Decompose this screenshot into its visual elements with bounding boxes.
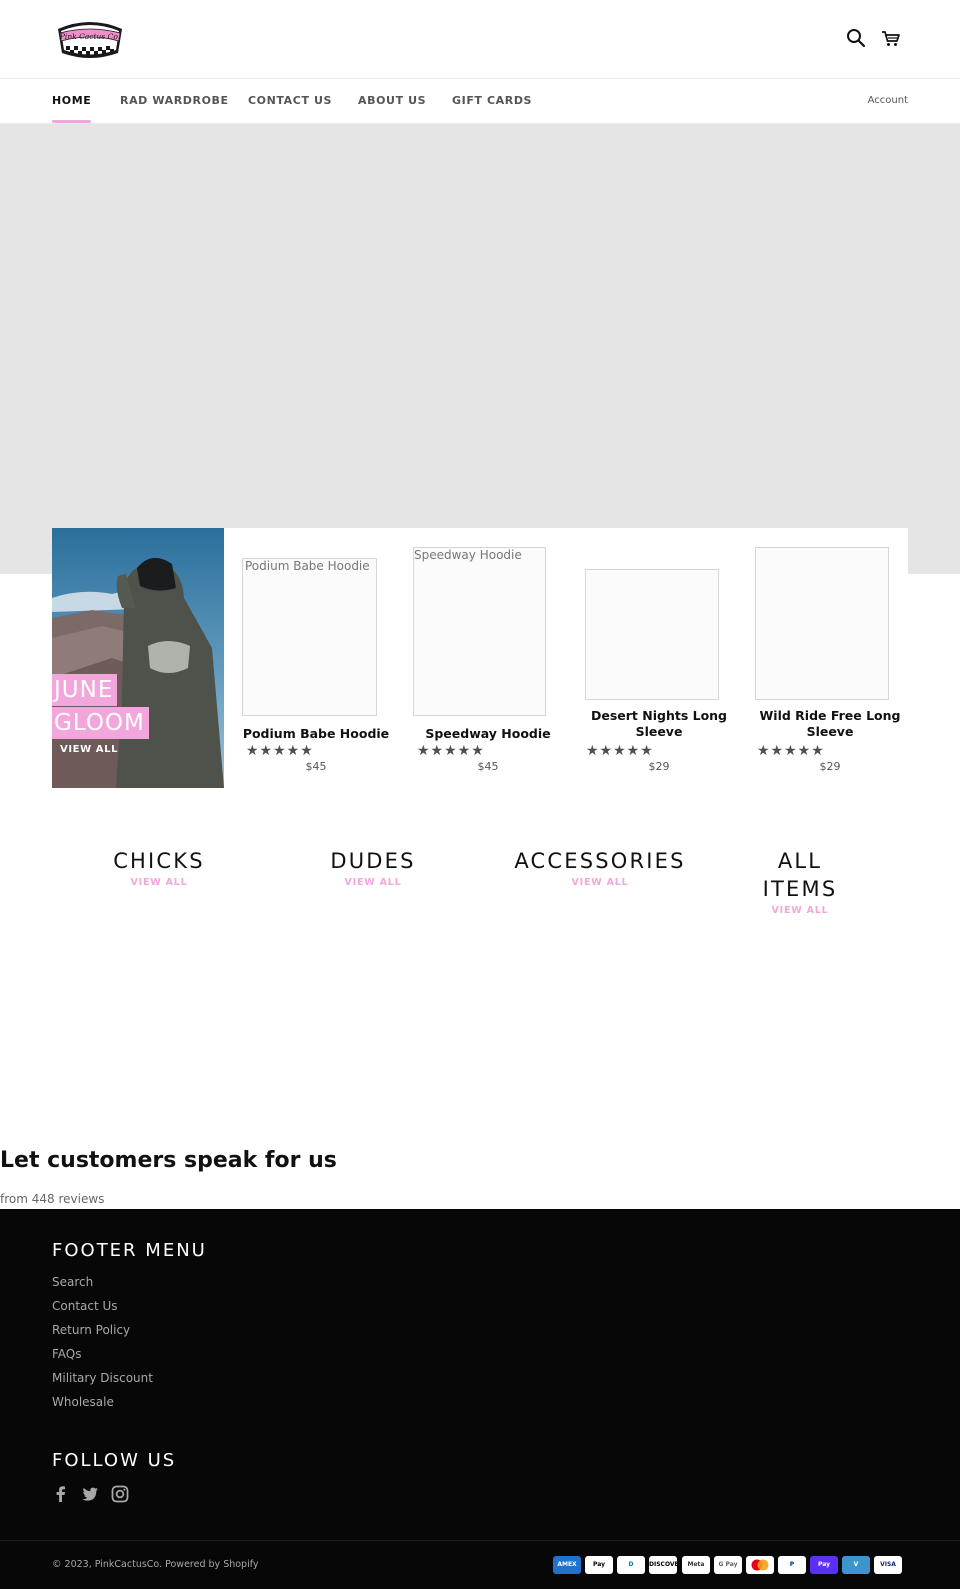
discover-payment-icon: DISCOVER: [649, 1556, 677, 1574]
payment-icon-label: Meta: [687, 1561, 705, 1568]
product-image: [585, 569, 719, 700]
collection-title-line-2[interactable]: ITEMS: [740, 875, 860, 903]
product-price: $45: [305, 760, 327, 773]
collection-view-all-link[interactable]: VIEW ALL: [505, 877, 695, 888]
collection-title[interactable]: ACCESSORIES: [505, 847, 695, 875]
product-title-line-1: Wild Ride Free Long: [759, 708, 901, 723]
product-title: Wild Ride Free Long Sleeve: [754, 708, 906, 740]
product-image: Speedway Hoodie: [413, 547, 546, 716]
nav-gift-cards[interactable]: GIFT CARDS: [452, 79, 532, 124]
product-card[interactable]: Desert Nights Long Sleeve ★★★★★ $29: [583, 528, 735, 788]
nav-contact-us[interactable]: CONTACT US: [248, 79, 332, 124]
payment-icon-label: AMEX: [557, 1561, 577, 1568]
payment-icon-label: Pay: [817, 1561, 830, 1568]
diners-club-payment-icon: D: [617, 1556, 645, 1574]
facebook-icon[interactable]: [52, 1485, 70, 1503]
search-icon[interactable]: [845, 27, 867, 49]
footer-link-contact-us[interactable]: Contact Us: [52, 1299, 118, 1313]
promo-view-all-link[interactable]: VIEW ALL: [60, 744, 118, 755]
footer-link-faqs[interactable]: FAQs: [52, 1347, 82, 1361]
copyright-text: © 2023, PinkCactusCo. Powered by Shopify: [52, 1559, 259, 1570]
footer-link-search[interactable]: Search: [52, 1275, 93, 1289]
june-gloom-promo[interactable]: JUNE GLOOM VIEW ALL: [52, 528, 224, 788]
featured-collection: JUNE GLOOM VIEW ALL Podium Babe Hoodie P…: [52, 528, 908, 788]
nav-rad-wardrobe[interactable]: RAD WARDROBE: [120, 79, 229, 124]
star-rating: ★★★★★: [757, 743, 825, 759]
collection-title[interactable]: CHICKS: [99, 847, 219, 875]
footer-link-return-policy[interactable]: Return Policy: [52, 1323, 130, 1337]
product-image-alt: Podium Babe Hoodie: [245, 559, 370, 573]
footer-link-wholesale[interactable]: Wholesale: [52, 1395, 114, 1409]
reviews-heading: Let customers speak for us: [0, 1148, 337, 1173]
reviews-count[interactable]: from 448 reviews: [0, 1192, 104, 1206]
footer-divider: [0, 1540, 960, 1541]
paypal-payment-icon: P: [778, 1556, 806, 1574]
product-image: [755, 547, 889, 700]
collection-view-all-link[interactable]: VIEW ALL: [99, 877, 219, 888]
collection-all-items: ALL ITEMS VIEW ALL: [740, 847, 860, 916]
product-title-line-1: Desert Nights Long: [590, 708, 728, 723]
product-title: Desert Nights Long Sleeve: [583, 708, 735, 740]
product-price: $29: [819, 760, 841, 773]
collection-accessories: ACCESSORIES VIEW ALL: [505, 847, 695, 888]
account-link[interactable]: Account: [868, 79, 908, 124]
instagram-icon[interactable]: [111, 1485, 129, 1503]
product-card[interactable]: Speedway Hoodie Speedway Hoodie ★★★★★ $4…: [412, 528, 564, 788]
cart-icon[interactable]: [880, 27, 902, 49]
payment-icon-label: P: [789, 1561, 795, 1568]
star-rating: ★★★★★: [417, 743, 485, 759]
product-card[interactable]: Podium Babe Hoodie Podium Babe Hoodie ★★…: [240, 528, 392, 788]
star-rating: ★★★★★: [586, 743, 654, 759]
payment-icon-label: G Pay: [718, 1561, 738, 1568]
apple-pay-payment-icon: Pay: [585, 1556, 613, 1574]
pink-cactus-logo[interactable]: Pink Cactus Co.: [52, 13, 128, 65]
amex-payment-icon: AMEX: [553, 1556, 581, 1574]
product-image-alt: Speedway Hoodie: [414, 548, 522, 562]
shop-pay-payment-icon: Pay: [810, 1556, 838, 1574]
star-rating: ★★★★★: [246, 743, 314, 759]
site-footer: [0, 1209, 960, 1589]
site-header: Pink Cactus Co.: [0, 0, 960, 79]
product-title: Podium Babe Hoodie: [242, 726, 390, 741]
collection-title-line-1[interactable]: ALL: [740, 847, 860, 875]
payment-icon-label: DISCOVER: [649, 1561, 677, 1568]
payment-icon-label: D: [628, 1561, 634, 1568]
promo-title-line-2: GLOOM: [52, 707, 149, 739]
collection-view-all-link[interactable]: VIEW ALL: [740, 905, 860, 916]
nav-about-us[interactable]: ABOUT US: [358, 79, 426, 124]
collection-view-all-link[interactable]: VIEW ALL: [313, 877, 433, 888]
collection-chicks: CHICKS VIEW ALL: [99, 847, 219, 888]
product-price: $45: [477, 760, 499, 773]
product-title-line-2: Sleeve: [635, 724, 683, 739]
follow-us-heading: FOLLOW US: [52, 1450, 177, 1471]
nav-home[interactable]: HOME: [52, 79, 92, 124]
product-price: $29: [648, 760, 670, 773]
collection-title[interactable]: DUDES: [313, 847, 433, 875]
twitter-icon[interactable]: [81, 1485, 99, 1503]
venmo-payment-icon: V: [842, 1556, 870, 1574]
hero-slideshow[interactable]: [0, 124, 960, 574]
product-title-line-2: Sleeve: [806, 724, 854, 739]
payment-icon-label: VISA: [880, 1561, 896, 1568]
mastercard-payment-icon: [746, 1556, 774, 1574]
product-card[interactable]: Wild Ride Free Long Sleeve ★★★★★ $29: [754, 528, 906, 788]
main-navigation: HOME RAD WARDROBE CONTACT US ABOUT US GI…: [0, 79, 960, 124]
google-pay-payment-icon: G Pay: [714, 1556, 742, 1574]
product-image: Podium Babe Hoodie: [242, 558, 377, 716]
product-title: Speedway Hoodie: [425, 726, 551, 741]
promo-title-line-1: JUNE: [52, 674, 118, 706]
collection-dudes: DUDES VIEW ALL: [313, 847, 433, 888]
payment-icon-label: V: [853, 1561, 859, 1568]
footer-link-military-discount[interactable]: Military Discount: [52, 1371, 153, 1385]
svg-text:Pink Cactus Co.: Pink Cactus Co.: [59, 32, 120, 41]
footer-menu-heading: FOOTER MENU: [52, 1240, 207, 1261]
visa-payment-icon: VISA: [874, 1556, 902, 1574]
meta-pay-payment-icon: Meta: [682, 1556, 710, 1574]
payment-icon-label: Pay: [592, 1561, 605, 1568]
